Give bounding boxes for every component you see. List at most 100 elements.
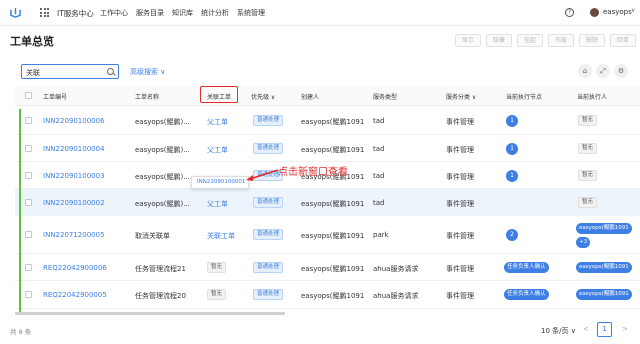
col-priority[interactable]: 优先级 ∨ xyxy=(251,92,275,101)
ticket-id-link[interactable]: REQ22042900006 xyxy=(43,264,107,272)
priority-tag: 普通处理 xyxy=(253,143,284,154)
table-row[interactable]: REQ22042900006 任务管理流程21 暂无 普通处理 easyops(… xyxy=(15,254,640,281)
node-count-badge[interactable]: 1 xyxy=(506,115,518,127)
fullscreen-icon[interactable]: ⤢ xyxy=(596,64,610,78)
related-ticket-link[interactable]: 关联工单 xyxy=(207,231,235,241)
row-checkbox[interactable] xyxy=(25,172,32,179)
show-button[interactable]: 显示 xyxy=(454,34,481,47)
creator: easyops(鲲鹏1091 xyxy=(301,118,365,126)
menu-item-system-admin[interactable]: 系统管理 xyxy=(237,8,265,18)
settings-icon[interactable]: ⚙ xyxy=(614,64,628,78)
service-category: 事件管理 xyxy=(446,118,474,126)
service-category: 事件管理 xyxy=(446,292,474,300)
table-row[interactable]: INN22071200005 取消关联单 关联工单 普通处理 easyops(鲲… xyxy=(15,216,640,254)
related-ticket-popup[interactable]: INN22090100001 xyxy=(191,176,249,189)
search-icon[interactable] xyxy=(107,68,114,75)
app-title: IT服务中心 xyxy=(57,9,94,18)
col-service-category[interactable]: 服务分类 ∨ xyxy=(446,92,476,101)
next-page-button[interactable]: > xyxy=(622,325,628,333)
total-count: 共 8 条 xyxy=(10,328,32,336)
help-icon[interactable]: ? xyxy=(565,8,574,17)
col-service-type[interactable]: 服务类型 xyxy=(373,92,397,101)
col-ticket-id[interactable]: 工单编号 xyxy=(43,92,67,101)
node-count-badge[interactable]: 2 xyxy=(506,229,518,241)
current-page-button[interactable]: 1 xyxy=(597,322,612,337)
delete-button[interactable]: 删除 xyxy=(578,34,605,47)
table-row[interactable]: INN22090100004 easyops(鲲鹏)... 父工单 普通处理 e… xyxy=(15,135,640,162)
ticket-id-link[interactable]: REQ22042900005 xyxy=(43,291,107,299)
search-input[interactable]: 关联 xyxy=(21,64,119,79)
priority-tag: 普通处理 xyxy=(253,289,284,300)
node-tag[interactable]: 任务负责人确认 xyxy=(504,262,549,273)
menu-item-knowledge-base[interactable]: 知识库 xyxy=(172,8,193,18)
row-checkbox[interactable] xyxy=(25,231,32,238)
assignee-tag[interactable]: easyops(鲲鹏1091 xyxy=(576,289,632,300)
ticket-name: 取消关联单 xyxy=(135,232,170,240)
return-button[interactable]: 回单 xyxy=(609,34,636,47)
row-checkbox[interactable] xyxy=(25,291,32,298)
related-ticket-link[interactable]: 父工单 xyxy=(207,145,228,155)
assignee-tag: 暂无 xyxy=(578,143,598,154)
hide-button[interactable]: 隐藏 xyxy=(485,34,512,47)
related-none-tag: 暂无 xyxy=(207,262,227,273)
col-ticket-name[interactable]: 工单名称 xyxy=(135,92,159,101)
advanced-search-link[interactable]: 高级搜索 ∨ xyxy=(130,67,165,77)
ticket-id-link[interactable]: INN22090100004 xyxy=(43,145,105,153)
col-current-assignee[interactable]: 当前执行人 xyxy=(577,92,607,101)
table-row[interactable]: INN22090100006 easyops(鲲鹏)... 父工单 普通处理 e… xyxy=(15,107,640,135)
service-category: 事件管理 xyxy=(446,265,474,273)
priority-tag: 普通处理 xyxy=(253,115,284,126)
horizontal-scrollbar[interactable] xyxy=(15,312,285,315)
related-ticket-link[interactable]: 父工单 xyxy=(207,117,228,127)
page-title: 工单总览 xyxy=(10,35,54,48)
username[interactable]: easyops xyxy=(603,8,632,16)
top-nav: IT服务中心 工作中心 服务目录 知识库 统计分析 系统管理 ? easyops… xyxy=(0,0,640,26)
ticket-id-link[interactable]: INN22090100006 xyxy=(43,117,105,125)
annotation-text: 点击新窗口查看 xyxy=(278,167,348,178)
row-checkbox[interactable] xyxy=(25,264,32,271)
ticket-id-link[interactable]: INN22090100003 xyxy=(43,172,105,180)
home-icon[interactable]: ⌂ xyxy=(578,64,592,78)
ticket-name: easyops(鲲鹏)... xyxy=(135,146,190,154)
void-button[interactable]: 作废 xyxy=(547,34,574,47)
priority-tag: 普通处理 xyxy=(253,229,284,240)
page-size-select[interactable]: 10 条/页 ∨ xyxy=(541,326,576,336)
service-type: park xyxy=(373,231,389,239)
table-row[interactable]: REQ22042900005 任务管理流程20 暂无 普通处理 easyops(… xyxy=(15,281,640,309)
suspend-button[interactable]: 挂起 xyxy=(516,34,543,47)
logo-icon[interactable] xyxy=(10,7,21,18)
col-current-node[interactable]: 当前执行节点 xyxy=(506,92,542,101)
more-assignees-tag[interactable]: +3 xyxy=(576,237,591,248)
assignee-tag: 暂无 xyxy=(578,115,598,126)
service-type: tad xyxy=(373,117,385,125)
chevron-down-icon[interactable]: ∨ xyxy=(631,7,635,14)
ticket-id-link[interactable]: INN22090100002 xyxy=(43,199,105,207)
row-checkbox[interactable] xyxy=(25,117,32,124)
related-none-tag: 暂无 xyxy=(207,289,227,300)
assignee-tag: 暂无 xyxy=(578,170,598,181)
col-creator[interactable]: 创建人 xyxy=(301,92,319,101)
bulk-action-bar: 显示 隐藏 挂起 作废 删除 回单 xyxy=(454,34,636,47)
row-checkbox[interactable] xyxy=(25,145,32,152)
assignee-tag[interactable]: easyops(鲲鹏1091 xyxy=(576,262,632,273)
service-category: 事件管理 xyxy=(446,232,474,240)
node-count-badge[interactable]: 1 xyxy=(506,143,518,155)
assignee-tag[interactable]: easyops(鲲鹏1091 xyxy=(576,223,632,234)
apps-grid-icon[interactable] xyxy=(40,8,49,17)
main-menu: 工作中心 服务目录 知识库 统计分析 系统管理 xyxy=(100,8,265,18)
menu-item-statistics[interactable]: 统计分析 xyxy=(201,8,229,18)
table-header: 工单编号 工单名称 关联工单 优先级 ∨ 创建人 服务类型 服务分类 ∨ 当前执… xyxy=(15,86,640,106)
row-checkbox[interactable] xyxy=(25,199,32,206)
select-all-checkbox[interactable] xyxy=(25,92,32,99)
related-ticket-link[interactable]: 父工单 xyxy=(207,199,228,209)
node-count-badge[interactable]: 1 xyxy=(506,170,518,182)
table-row[interactable]: INN22090100002 easyops(鲲鹏)... 父工单 普通处理 e… xyxy=(15,189,640,216)
service-type: tad xyxy=(373,172,385,180)
menu-item-work-center[interactable]: 工作中心 xyxy=(100,8,128,18)
prev-page-button[interactable]: < xyxy=(583,325,589,333)
ticket-name: 任务管理流程20 xyxy=(135,292,186,300)
avatar[interactable] xyxy=(590,8,599,17)
ticket-id-link[interactable]: INN22071200005 xyxy=(43,231,105,239)
menu-item-service-catalog[interactable]: 服务目录 xyxy=(136,8,164,18)
node-tag[interactable]: 任务负责人确认 xyxy=(504,289,549,300)
